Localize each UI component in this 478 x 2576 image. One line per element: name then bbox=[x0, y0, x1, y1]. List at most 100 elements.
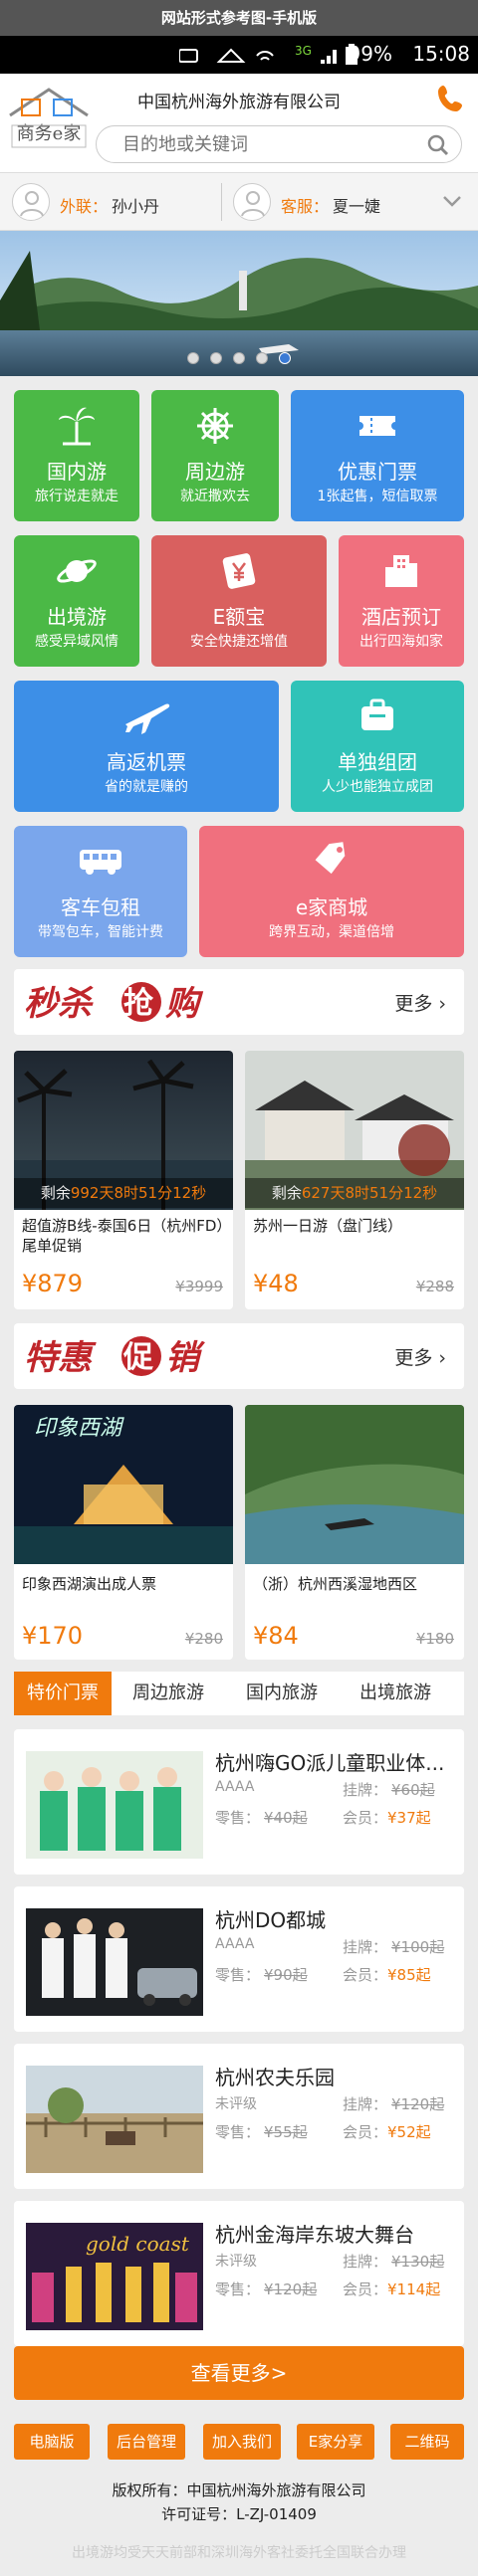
flash-more-link[interactable]: 更多 › bbox=[394, 989, 446, 1016]
tile-subtitle: 感受异域风情 bbox=[35, 634, 119, 650]
tile-ebao[interactable]: E额宝 安全快捷还增值 bbox=[151, 535, 327, 667]
price-label: 会员： bbox=[343, 2280, 388, 2298]
special-item[interactable]: （浙）杭州西溪湿地西区 ¥84 ¥180 bbox=[245, 1405, 464, 1660]
battery-level: 99% bbox=[348, 42, 392, 66]
list-price: 挂牌： ¥100起 bbox=[343, 1936, 444, 1957]
company-name: 中国杭州海外旅游有限公司 bbox=[137, 93, 341, 112]
contact-outreach[interactable]: 外联： 孙小丹 bbox=[12, 183, 211, 223]
search-icon[interactable] bbox=[427, 134, 449, 156]
list-price: 挂牌： ¥60起 bbox=[343, 1779, 435, 1800]
price-label: 会员： bbox=[343, 2123, 388, 2141]
product-price: ¥84 bbox=[253, 1622, 299, 1650]
phone-button[interactable] bbox=[436, 84, 466, 113]
tile-subtitle: 跨界互动，渠道倍增 bbox=[269, 924, 394, 940]
tile-tickets[interactable]: 优惠门票 1张起售，短信取票 bbox=[291, 390, 464, 521]
product-title: 超值游B线-泰国6日（杭州FD）尾单促销 bbox=[22, 1217, 224, 1255]
product-image: 印象西湖 bbox=[14, 1405, 233, 1564]
copyright: 版权所有：中国杭州海外旅游有限公司 bbox=[112, 2481, 366, 2499]
tile-hotel[interactable]: 酒店预订 出行四海如家 bbox=[339, 535, 464, 667]
price-label: 零售： bbox=[215, 2280, 261, 2298]
category-tabs: 特价门票 周边旅游 国内旅游 出境旅游 bbox=[14, 1672, 464, 1715]
product-title: 苏州一日游（盘门线） bbox=[253, 1217, 403, 1235]
ticket-item[interactable]: gold coast 杭州金海岸东坡大舞台 未评级 挂牌： ¥130起 零售： ¥1… bbox=[14, 2201, 464, 2346]
avatar-icon bbox=[233, 183, 271, 221]
flash-item[interactable]: 剩余992天8时51分12秒 超值游B线-泰国6日（杭州FD）尾单促销 ¥879… bbox=[14, 1051, 233, 1309]
price-label: 零售： bbox=[215, 1809, 261, 1827]
footer-share-button[interactable]: E家分享 bbox=[297, 2424, 374, 2460]
page: 网站形式参考图-手机版 3G 99% 15:08 商务e家 中国杭州海外旅游有限… bbox=[0, 0, 478, 2576]
countdown-prefix: 剩余 bbox=[271, 1184, 302, 1202]
tile-subtitle: 旅行说走就走 bbox=[35, 489, 119, 504]
flash-sale-logo-icon: 秒杀 抢 购 bbox=[24, 982, 204, 1024]
view-more-button[interactable]: 查看更多> bbox=[14, 2346, 464, 2400]
tile-domestic[interactable]: 国内游 旅行说走就走 bbox=[14, 390, 139, 521]
tile-nearby[interactable]: 周边游 就近撒欢去 bbox=[151, 390, 279, 521]
price-label: 挂牌： bbox=[343, 1938, 388, 1956]
price-label: 零售： bbox=[215, 2123, 261, 2141]
tab-domestic[interactable]: 国内旅游 bbox=[225, 1672, 339, 1715]
tile-group[interactable]: 单独组团 人少也能独立成团 bbox=[291, 681, 464, 812]
svg-text:促: 促 bbox=[122, 1340, 153, 1375]
more-label: 更多 bbox=[394, 993, 433, 1015]
footer-qrcode-button[interactable]: 二维码 bbox=[390, 2424, 464, 2460]
svg-text:购: 购 bbox=[165, 984, 204, 1024]
site-header: 商务e家 中国杭州海外旅游有限公司 bbox=[0, 74, 478, 173]
carousel-dot-active[interactable] bbox=[279, 352, 292, 364]
footer-desktop-button[interactable]: 电脑版 bbox=[14, 2424, 90, 2460]
price-value: ¥130起 bbox=[391, 2253, 445, 2271]
tile-title: 国内游 bbox=[47, 460, 107, 484]
chevron-down-icon[interactable] bbox=[442, 195, 462, 209]
tag-icon bbox=[315, 842, 346, 875]
tile-subtitle: 带驾包车，智能计费 bbox=[38, 924, 163, 940]
product-image bbox=[245, 1405, 464, 1564]
search-box[interactable] bbox=[96, 125, 462, 163]
ticket-name: 杭州农夫乐园 bbox=[215, 2066, 335, 2089]
planet-icon bbox=[57, 559, 97, 583]
carousel-dot[interactable] bbox=[209, 352, 222, 364]
tab-tickets[interactable]: 特价门票 bbox=[14, 1672, 112, 1715]
countdown-prefix: 剩余 bbox=[40, 1184, 71, 1202]
flash-item[interactable]: 剩余627天8时51分12秒 苏州一日游（盘门线） ¥48 ¥288 bbox=[245, 1051, 464, 1309]
carousel-dot[interactable] bbox=[233, 352, 245, 364]
ticket-name: 杭州DO都城 bbox=[215, 1908, 327, 1932]
ticket-item[interactable]: 杭州农夫乐园 未评级 挂牌： ¥120起 零售： ¥55起 会员：¥52起 bbox=[14, 2044, 464, 2189]
original-price: ¥3999 bbox=[175, 1278, 223, 1295]
tile-flights[interactable]: 高返机票 省的就是赚的 bbox=[14, 681, 279, 812]
footer-join-button[interactable]: 加入我们 bbox=[203, 2424, 281, 2460]
carousel-dot[interactable] bbox=[256, 352, 269, 364]
tile-bus[interactable]: 客车包租 带驾包车，智能计费 bbox=[14, 826, 187, 957]
contact-service[interactable]: 客服： 夏一婕 bbox=[233, 183, 432, 223]
ticket-item[interactable]: 杭州嗨GO派儿童职业体... AAAA 挂牌： ¥60起 零售： ¥40起 会员：¥… bbox=[14, 1729, 464, 1875]
flash-sale-header: 秒杀 抢 购 更多 › bbox=[14, 969, 464, 1035]
ticket-level: AAAA bbox=[215, 1779, 255, 1795]
tile-mall[interactable]: e家商城 跨界互动，渠道倍增 bbox=[199, 826, 464, 957]
tile-title: 客车包租 bbox=[61, 895, 140, 919]
special-item[interactable]: 印象西湖 印象西湖演出成人票 ¥170 ¥280 bbox=[14, 1405, 233, 1660]
price-label: 会员： bbox=[343, 1809, 388, 1827]
clock: 15:08 bbox=[412, 42, 470, 66]
footer-admin-button[interactable]: 后台管理 bbox=[108, 2424, 185, 2460]
tab-outbound[interactable]: 出境旅游 bbox=[339, 1672, 452, 1715]
price-label: 挂牌： bbox=[343, 1781, 388, 1799]
signal-icon bbox=[321, 50, 337, 64]
tile-outbound[interactable]: 出境游 感受异域风情 bbox=[14, 535, 139, 667]
retail-price: 零售： ¥40起 bbox=[215, 1807, 308, 1828]
contact-bar: 外联： 孙小丹 客服： 夏一婕 bbox=[0, 173, 478, 231]
search-input[interactable] bbox=[122, 132, 411, 156]
yen-icon bbox=[222, 553, 256, 589]
tile-title: 高返机票 bbox=[107, 750, 186, 774]
plane-icon bbox=[125, 703, 170, 734]
carousel-dot[interactable] bbox=[186, 352, 199, 364]
banner-carousel[interactable] bbox=[0, 231, 478, 376]
contact-role: 外联： bbox=[60, 197, 109, 216]
special-offer-logo-icon: 特惠 促 销 bbox=[24, 1336, 205, 1378]
tab-nearby[interactable]: 周边旅游 bbox=[112, 1672, 225, 1715]
helm-icon bbox=[197, 408, 233, 444]
countdown-value: 627天8时51分12秒 bbox=[301, 1184, 438, 1202]
original-price: ¥280 bbox=[184, 1630, 223, 1648]
member-price: 会员：¥114起 bbox=[343, 2279, 440, 2299]
ticket-item[interactable]: 杭州DO都城 AAAA 挂牌： ¥100起 零售： ¥90起 会员：¥85起 bbox=[14, 1886, 464, 2032]
price-label: 挂牌： bbox=[343, 2253, 388, 2271]
special-more-link[interactable]: 更多 › bbox=[394, 1343, 446, 1370]
price-value: ¥40起 bbox=[264, 1809, 308, 1827]
